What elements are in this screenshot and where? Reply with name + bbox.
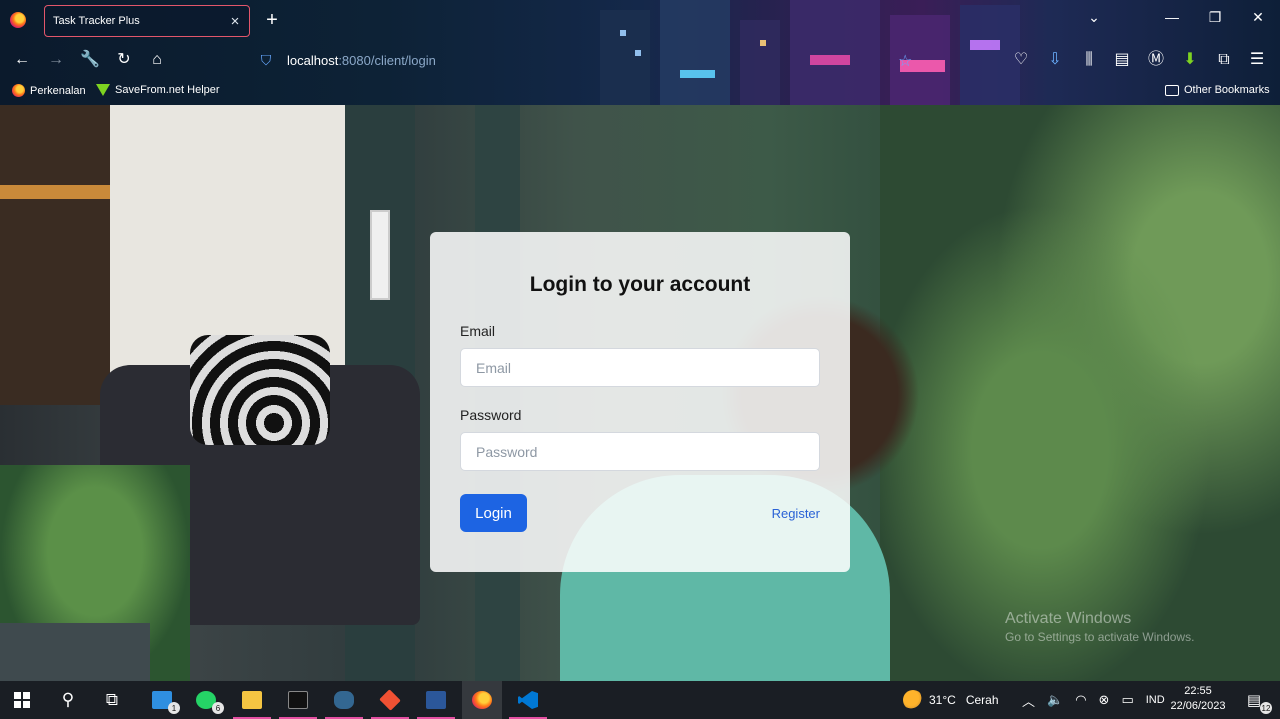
start-button[interactable] [8,686,36,714]
windows-logo-icon [14,692,30,708]
downloads-icon[interactable]: ⇩ [1044,50,1066,70]
whatsapp-badge: 6 [212,702,224,714]
browser-chrome: Task Tracker Plus × + ⌄ — ❐ ✕ ← → 🔧 ↻ ⌂ … [0,0,1280,105]
bg-door-handle [370,210,390,300]
folder-icon [242,691,262,709]
bg-plant-pot [0,623,150,681]
url-bar[interactable]: ⛉ ▭ localhost:8080/client/login [255,47,915,73]
email-field[interactable] [460,348,820,387]
firefox-icon[interactable] [10,12,26,28]
nav-toolbar: ← → 🔧 ↻ ⌂ ⛉ ▭ localhost:8080/client/logi… [0,42,1280,78]
sun-cloud-icon [903,690,923,710]
other-bookmarks[interactable]: Other Bookmarks [1165,84,1270,96]
tab-task-tracker[interactable]: Task Tracker Plus × [44,5,250,37]
close-window-button[interactable]: ✕ [1248,9,1268,26]
bg-kitchen [0,105,110,405]
elephant-icon [334,691,354,709]
terminal-app-icon[interactable] [279,686,317,719]
bookmark-label: Perkenalan [30,84,86,97]
postgres-app-icon[interactable] [325,686,363,719]
url-text[interactable]: localhost:8080/client/login [287,53,436,68]
extensions-icon[interactable]: ⧉ [1213,50,1235,70]
minimize-button[interactable]: — [1162,9,1182,25]
git-app-icon[interactable] [371,686,409,719]
mail-app-icon[interactable]: 1 [148,686,180,714]
notification-center-icon[interactable]: ▤ 12 [1240,686,1272,714]
file-explorer-icon[interactable] [233,686,271,719]
firefox-taskbar-icon [472,691,492,709]
login-card: Login to your account Email Password Log… [430,232,850,572]
activate-windows-watermark: Activate Windows Go to Settings to activ… [1005,610,1194,644]
search-icon[interactable]: ⚲ [54,686,82,714]
library-icon[interactable]: ⫼ [1078,50,1100,70]
terminal-icon [288,691,308,709]
whatsapp-app-icon[interactable]: 6 [192,686,224,714]
bg-greenery [880,105,1280,681]
volume-icon[interactable]: 🔈 [1047,692,1063,708]
pocket-icon[interactable]: ♡ [1010,50,1032,70]
watermark-line-2: Go to Settings to activate Windows. [1005,630,1195,644]
network-error-icon[interactable]: ⊗ [1099,692,1110,708]
new-tab-button[interactable]: + [262,9,282,32]
register-link[interactable]: Register [772,506,820,521]
clock[interactable]: 22:55 22/06/2023 [1168,684,1228,714]
home-icon[interactable]: ⌂ [146,50,168,70]
wrench-icon[interactable]: 🔧 [79,50,101,70]
firefox-bookmark-icon [12,84,25,97]
tab-strip: Task Tracker Plus × + ⌄ — ❐ ✕ [0,0,1280,40]
bookmarks-bar: Perkenalan SaveFrom.net Helper Other Boo… [0,80,1280,104]
restore-button[interactable]: ❐ [1205,9,1225,26]
tab-title: Task Tracker Plus [53,15,140,27]
word-icon [426,691,446,709]
system-tray: ︿ 🔈 ◠ ⊗ ▭ IND [1022,681,1165,719]
back-icon[interactable]: ← [11,50,33,70]
word-app-icon[interactable] [417,686,455,719]
list-tabs-chevron-icon[interactable]: ⌄ [1084,9,1104,26]
bookmark-perkenalan[interactable]: Perkenalan [12,84,86,97]
git-icon [379,689,401,711]
download-arrow-icon [96,84,110,96]
windows-taskbar: ⚲ ⧉ 1 6 31°C Cerah ︿ 🔈 ◠ ⊗ ▭ IND 22:55 2… [0,681,1280,719]
battery-icon[interactable]: ▭ [1121,692,1133,708]
clock-date: 22/06/2023 [1170,700,1226,712]
other-bookmarks-label: Other Bookmarks [1184,84,1270,96]
clock-time: 22:55 [1184,685,1212,697]
bookmark-label: SaveFrom.net Helper [115,84,220,96]
task-view-icon[interactable]: ⧉ [98,686,126,714]
email-label: Email [460,323,496,339]
savefrom-extension-icon[interactable]: ⬇ [1179,50,1201,70]
bg-pillow [190,335,330,445]
password-field[interactable] [460,432,820,471]
chevron-up-icon[interactable]: ︿ [1022,691,1035,710]
firefox-app-icon[interactable] [462,681,502,719]
login-actions: Login Register [460,494,820,532]
weather-widget[interactable]: 31°C Cerah [903,681,999,719]
mail-badge: 1 [168,702,180,714]
weather-desc: Cerah [965,693,999,707]
bookmark-star-icon[interactable]: ☆ [898,51,912,71]
shield-icon[interactable]: ⛉ [255,52,277,69]
language-indicator[interactable]: IND [1146,694,1165,706]
vscode-icon [518,691,538,709]
folder-icon [1165,84,1179,96]
password-label: Password [460,407,522,423]
watermark-line-1: Activate Windows [1005,610,1132,627]
notification-badge: 12 [1260,702,1272,714]
url-host: localhost [287,52,339,68]
account-icon[interactable]: Ⓜ [1145,50,1167,70]
menu-icon[interactable]: ☰ [1246,50,1268,70]
tab-close-icon[interactable]: × [225,13,245,30]
wifi-icon[interactable]: ◠ [1075,692,1086,708]
bg-shelf [0,185,110,199]
url-path: :8080/client/login [338,52,436,68]
weather-temp: 31°C [929,693,956,707]
vscode-app-icon[interactable] [509,686,547,719]
forward-icon[interactable]: → [45,50,67,70]
chat-bubble-icon: ▤ [1246,692,1262,709]
login-button[interactable]: Login [460,494,527,532]
bookmark-savefrom[interactable]: SaveFrom.net Helper [96,84,220,96]
reload-icon[interactable]: ↻ [113,50,135,70]
login-title: Login to your account [529,273,751,296]
sidebar-icon[interactable]: ▤ [1111,50,1133,70]
